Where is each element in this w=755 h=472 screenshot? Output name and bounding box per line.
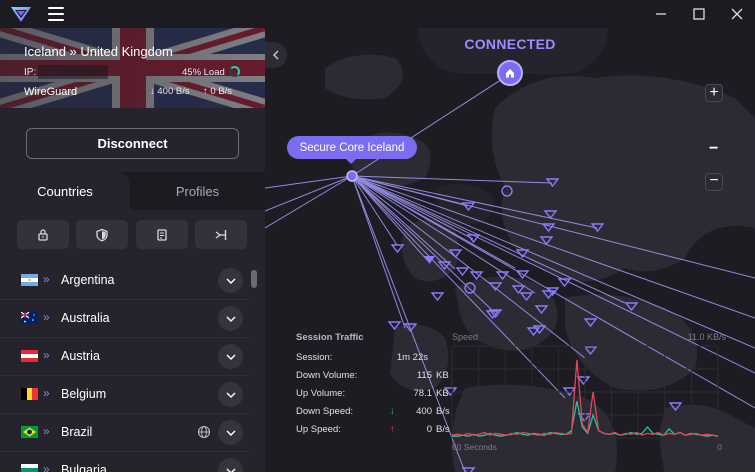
tor-filter-button[interactable] xyxy=(195,220,247,249)
chevron-down-icon[interactable] xyxy=(218,382,243,407)
connection-route: Iceland » United Kingdom xyxy=(24,44,173,59)
country-name: Belgium xyxy=(61,387,107,401)
download-speed: ↓ 400 B/s xyxy=(150,86,190,97)
netshield-filter-button[interactable] xyxy=(76,220,128,249)
country-name: Brazil xyxy=(61,425,93,439)
secure-core-tooltip: Secure Core Iceland xyxy=(287,136,417,159)
speed-graph-left-label: 60 Seconds xyxy=(452,442,497,452)
country-name: Bulgaria xyxy=(61,463,107,472)
traffic-row-down-speed: Down Speed: ↓ 400 B/s xyxy=(296,406,450,417)
argentina-flag-icon xyxy=(21,274,38,286)
speed-graph: Speed 11.0 KB/s 60 Seconds 0 xyxy=(448,322,728,457)
ip-value xyxy=(38,65,108,79)
close-icon[interactable] xyxy=(726,4,748,24)
session-traffic-panel: Session Traffic Session: 1m 22s Down Vol… xyxy=(284,322,455,452)
filter-bar xyxy=(0,210,265,262)
scrollbar-track[interactable] xyxy=(251,262,257,472)
traffic-row-up-speed: Up Speed: ↑ 0 B/s xyxy=(296,424,450,435)
list-item-belgium[interactable]: » Belgium xyxy=(0,376,250,414)
proton-logo-icon xyxy=(11,7,31,22)
session-traffic-title: Session Traffic xyxy=(296,332,364,343)
bulgaria-flag-icon xyxy=(21,464,38,472)
secure-core-arrows-icon: » xyxy=(43,272,50,286)
tab-countries[interactable]: Countries xyxy=(0,172,130,210)
list-tabs: Profiles Countries xyxy=(0,172,265,210)
traffic-row-session: Session: 1m 22s xyxy=(296,352,428,363)
zoom-out-button[interactable]: − xyxy=(705,173,723,191)
minimize-icon[interactable] xyxy=(650,4,672,24)
secure-core-arrows-icon: » xyxy=(43,462,50,472)
secure-core-arrows-icon: » xyxy=(43,310,50,324)
country-name: Australia xyxy=(61,311,110,325)
window-titlebar xyxy=(265,0,755,28)
list-item-brazil[interactable]: » Brazil xyxy=(0,414,250,452)
home-button[interactable] xyxy=(497,60,523,86)
chevron-down-icon[interactable] xyxy=(218,344,243,369)
sidebar-topbar xyxy=(0,0,265,28)
connection-status: CONNECTED xyxy=(464,36,556,52)
load-ring-icon xyxy=(229,66,240,77)
home-icon xyxy=(506,69,514,78)
chevron-down-icon[interactable] xyxy=(218,458,243,472)
list-item-bulgaria[interactable]: » Bulgaria xyxy=(0,452,250,472)
scrollbar-thumb[interactable] xyxy=(251,270,257,288)
chevron-down-icon[interactable] xyxy=(218,306,243,331)
belgium-flag-icon xyxy=(21,388,38,400)
p2p-filter-button[interactable] xyxy=(136,220,188,249)
brazil-flag-icon xyxy=(21,426,38,438)
p2p-icon xyxy=(157,228,167,241)
speed-graph-right-label: 0 xyxy=(717,442,722,452)
tab-profiles[interactable]: Profiles xyxy=(130,172,265,210)
ip-label: IP: xyxy=(24,67,37,78)
australia-flag-icon xyxy=(21,312,38,324)
tor-icon xyxy=(215,229,227,240)
chevron-down-icon[interactable] xyxy=(218,268,243,293)
disconnect-button[interactable]: Disconnect xyxy=(26,128,239,159)
menu-icon[interactable] xyxy=(48,7,64,21)
server-load: 45% Load xyxy=(182,67,225,78)
country-name: Austria xyxy=(61,349,100,363)
secure-core-arrows-icon: » xyxy=(43,424,50,438)
upload-speed-value: 0 B/s xyxy=(210,86,233,97)
country-name: Argentina xyxy=(61,273,115,287)
chevron-left-icon xyxy=(273,50,279,60)
lock-icon xyxy=(38,228,48,241)
traffic-row-up-volume: Up Volume: 78.1 KB xyxy=(296,388,449,399)
download-speed-value: 400 B/s xyxy=(157,86,190,97)
shield-icon xyxy=(96,228,108,241)
speed-graph-canvas xyxy=(451,345,719,439)
traffic-row-down-volume: Down Volume: 115 KB xyxy=(296,370,449,381)
austria-flag-icon xyxy=(21,350,38,362)
secure-core-arrows-icon: » xyxy=(43,348,50,362)
vpn-app-window: Iceland » United Kingdom IP: 45% Load Wi… xyxy=(0,0,755,472)
list-item-australia[interactable]: » Australia xyxy=(0,300,250,338)
list-item-austria[interactable]: » Austria xyxy=(0,338,250,376)
protocol-label: WireGuard xyxy=(24,86,78,98)
country-list: » Argentina » Australia » Austria » Belg… xyxy=(0,262,265,472)
connection-card: Iceland » United Kingdom IP: 45% Load Wi… xyxy=(0,28,265,108)
maximize-icon[interactable] xyxy=(688,4,710,24)
secure-core-arrows-icon: » xyxy=(43,386,50,400)
upload-arrow-icon: ↑ xyxy=(390,424,395,435)
secure-core-filter-button[interactable] xyxy=(17,220,69,249)
zoom-indicator: − xyxy=(709,140,719,157)
chevron-down-icon[interactable] xyxy=(218,420,243,445)
sidebar: Iceland » United Kingdom IP: 45% Load Wi… xyxy=(0,0,265,472)
download-arrow-icon: ↓ xyxy=(390,406,395,417)
upload-speed: ↑ 0 B/s xyxy=(203,86,233,97)
list-item-argentina[interactable]: » Argentina xyxy=(0,262,250,300)
zoom-in-button[interactable]: + xyxy=(705,84,723,102)
globe-icon xyxy=(197,425,211,439)
